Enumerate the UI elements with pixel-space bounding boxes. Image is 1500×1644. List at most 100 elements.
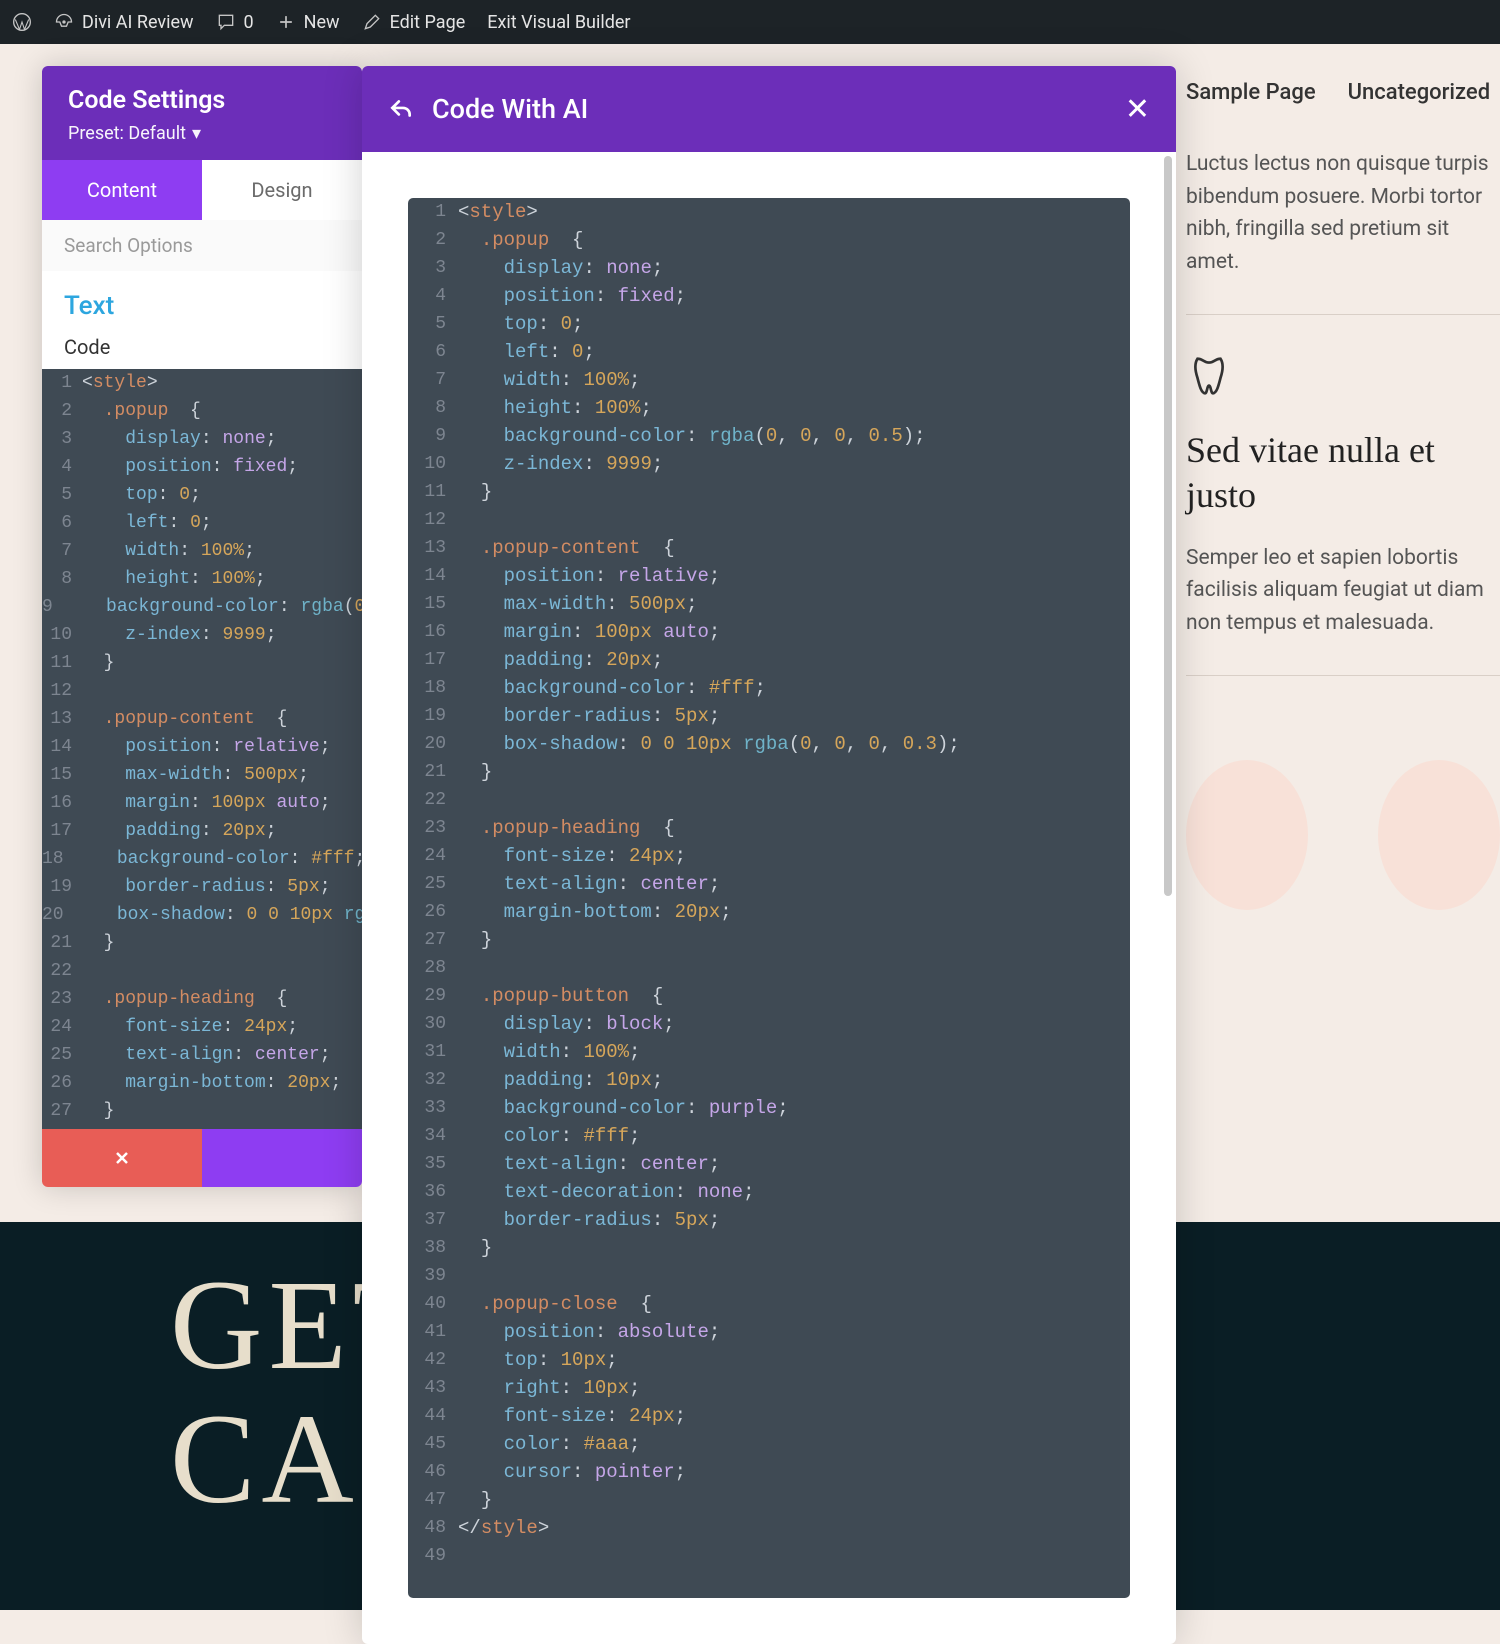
edit-page-label: Edit Page bbox=[390, 12, 466, 33]
code-line: 12 bbox=[42, 677, 362, 705]
panel-header: Code Settings Preset: Default ▾ bbox=[42, 66, 362, 160]
scrollbar-track[interactable] bbox=[1164, 152, 1172, 1636]
code-line: 5 top: 0; bbox=[408, 310, 1130, 338]
code-line: 20 box-shadow: 0 0 10px rgba(0, 0, 0, 0.… bbox=[408, 730, 1130, 758]
code-line: 42 top: 10px; bbox=[408, 1346, 1130, 1374]
code-line: 18 background-color: #fff; bbox=[42, 845, 362, 873]
code-line: 21 } bbox=[408, 758, 1130, 786]
tooth-icon bbox=[1186, 353, 1232, 399]
image-circle bbox=[1186, 760, 1308, 910]
code-line: 49 bbox=[408, 1542, 1130, 1570]
code-line: 21 } bbox=[42, 929, 362, 957]
site-title-link[interactable]: Divi AI Review bbox=[54, 12, 194, 33]
wp-admin-bar: Divi AI Review 0 New Edit Page Exit Visu… bbox=[0, 0, 1500, 44]
code-line: 1<style> bbox=[42, 369, 362, 397]
code-line: 14 position: relative; bbox=[42, 733, 362, 761]
code-line: 7 width: 100%; bbox=[42, 537, 362, 565]
tab-design[interactable]: Design bbox=[202, 160, 362, 220]
code-line: 7 width: 100%; bbox=[408, 366, 1130, 394]
code-line: 10 z-index: 9999; bbox=[42, 621, 362, 649]
code-line: 6 left: 0; bbox=[42, 509, 362, 537]
code-line: 19 border-radius: 5px; bbox=[42, 873, 362, 901]
panel-tabs: Content Design bbox=[42, 160, 362, 220]
code-line: 39 bbox=[408, 1262, 1130, 1290]
code-line: 28 bbox=[408, 954, 1130, 982]
code-line: 2 .popup { bbox=[42, 397, 362, 425]
code-line: 13 .popup-content { bbox=[42, 705, 362, 733]
code-line: 22 bbox=[408, 786, 1130, 814]
code-settings-panel: Code Settings Preset: Default ▾ Content … bbox=[42, 66, 362, 1187]
preset-label: Preset: Default bbox=[68, 123, 186, 144]
ai-modal-body: 1<style>2 .popup {3 display: none;4 posi… bbox=[362, 152, 1176, 1644]
code-line: 18 background-color: #fff; bbox=[408, 674, 1130, 702]
blurb-2-title: Sed vitae nulla et justo bbox=[1186, 428, 1500, 518]
nav-uncategorized[interactable]: Uncategorized bbox=[1348, 76, 1491, 110]
code-line: 29 .popup-button { bbox=[408, 982, 1130, 1010]
ai-modal-header: Code With AI ✕ bbox=[362, 66, 1176, 152]
code-line: 16 margin: 100px auto; bbox=[42, 789, 362, 817]
code-line: 24 font-size: 24px; bbox=[408, 842, 1130, 870]
code-line: 16 margin: 100px auto; bbox=[408, 618, 1130, 646]
code-line: 15 max-width: 500px; bbox=[408, 590, 1130, 618]
comment-icon bbox=[216, 12, 236, 32]
ai-code-editor[interactable]: 1<style>2 .popup {3 display: none;4 posi… bbox=[408, 198, 1130, 1598]
code-line: 13 .popup-content { bbox=[408, 534, 1130, 562]
back-arrow-icon[interactable] bbox=[388, 96, 414, 122]
code-line: 24 font-size: 24px; bbox=[42, 1013, 362, 1041]
code-line: 11 } bbox=[408, 478, 1130, 506]
code-line: 17 padding: 20px; bbox=[408, 646, 1130, 674]
nav-sample-page[interactable]: Sample Page bbox=[1186, 76, 1316, 110]
code-line: 9 background-color: rgba(0, 0, 0, 0.5); bbox=[42, 593, 362, 621]
cancel-button[interactable] bbox=[42, 1129, 202, 1187]
section-text[interactable]: Text bbox=[42, 271, 362, 329]
code-line: 6 left: 0; bbox=[408, 338, 1130, 366]
tab-content[interactable]: Content bbox=[42, 160, 202, 220]
code-line: 4 position: fixed; bbox=[408, 282, 1130, 310]
code-line: 20 box-shadow: 0 0 10px rgba(0, 0, 0, 0.… bbox=[42, 901, 362, 929]
new-content-link[interactable]: New bbox=[276, 12, 340, 33]
scrollbar-thumb[interactable] bbox=[1164, 156, 1172, 896]
code-line: 46 cursor: pointer; bbox=[408, 1458, 1130, 1486]
code-line: 40 .popup-close { bbox=[408, 1290, 1130, 1318]
panel-footer bbox=[42, 1129, 362, 1187]
chevron-down-icon: ▾ bbox=[192, 123, 201, 144]
code-line: 8 height: 100%; bbox=[42, 565, 362, 593]
dashboard-icon bbox=[54, 12, 74, 32]
code-line: 38 } bbox=[408, 1234, 1130, 1262]
blurb-1: Luctus lectus non quisque turpis bibendu… bbox=[1186, 148, 1500, 315]
close-button[interactable]: ✕ bbox=[1125, 92, 1150, 127]
code-line: 27 } bbox=[408, 926, 1130, 954]
field-code-label: Code bbox=[42, 329, 362, 369]
code-line: 45 color: #aaa; bbox=[408, 1430, 1130, 1458]
code-line: 19 border-radius: 5px; bbox=[408, 702, 1130, 730]
exit-visual-builder-link[interactable]: Exit Visual Builder bbox=[487, 12, 630, 33]
edit-page-link[interactable]: Edit Page bbox=[362, 12, 466, 33]
ai-modal-title: Code With AI bbox=[432, 93, 1107, 125]
blurb-2-text: Semper leo et sapien lobortis facilisis … bbox=[1186, 542, 1500, 640]
code-line: 30 display: block; bbox=[408, 1010, 1130, 1038]
pencil-icon bbox=[362, 12, 382, 32]
new-label: New bbox=[304, 12, 340, 33]
code-line: 26 margin-bottom: 20px; bbox=[42, 1069, 362, 1097]
comments-link[interactable]: 0 bbox=[216, 12, 254, 33]
code-line: 11 } bbox=[42, 649, 362, 677]
code-line: 3 display: none; bbox=[408, 254, 1130, 282]
code-line: 47 } bbox=[408, 1486, 1130, 1514]
code-line: 23 .popup-heading { bbox=[408, 814, 1130, 842]
code-line: 36 text-decoration: none; bbox=[408, 1178, 1130, 1206]
panel-code-editor[interactable]: 1<style>2 .popup {3 display: none;4 posi… bbox=[42, 369, 362, 1129]
image-circle bbox=[1378, 760, 1500, 910]
right-sidebar-content: Sample Page Uncategorized Luctus lectus … bbox=[1180, 76, 1500, 910]
code-line: 4 position: fixed; bbox=[42, 453, 362, 481]
code-line: 15 max-width: 500px; bbox=[42, 761, 362, 789]
wp-logo-icon[interactable] bbox=[12, 12, 32, 32]
code-line: 9 background-color: rgba(0, 0, 0, 0.5); bbox=[408, 422, 1130, 450]
image-circles bbox=[1186, 760, 1500, 910]
code-line: 2 .popup { bbox=[408, 226, 1130, 254]
search-options-input[interactable]: Search Options bbox=[42, 220, 362, 271]
code-line: 10 z-index: 9999; bbox=[408, 450, 1130, 478]
code-line: 31 width: 100%; bbox=[408, 1038, 1130, 1066]
code-line: 14 position: relative; bbox=[408, 562, 1130, 590]
preset-dropdown[interactable]: Preset: Default ▾ bbox=[68, 123, 336, 144]
save-button[interactable] bbox=[202, 1129, 362, 1187]
